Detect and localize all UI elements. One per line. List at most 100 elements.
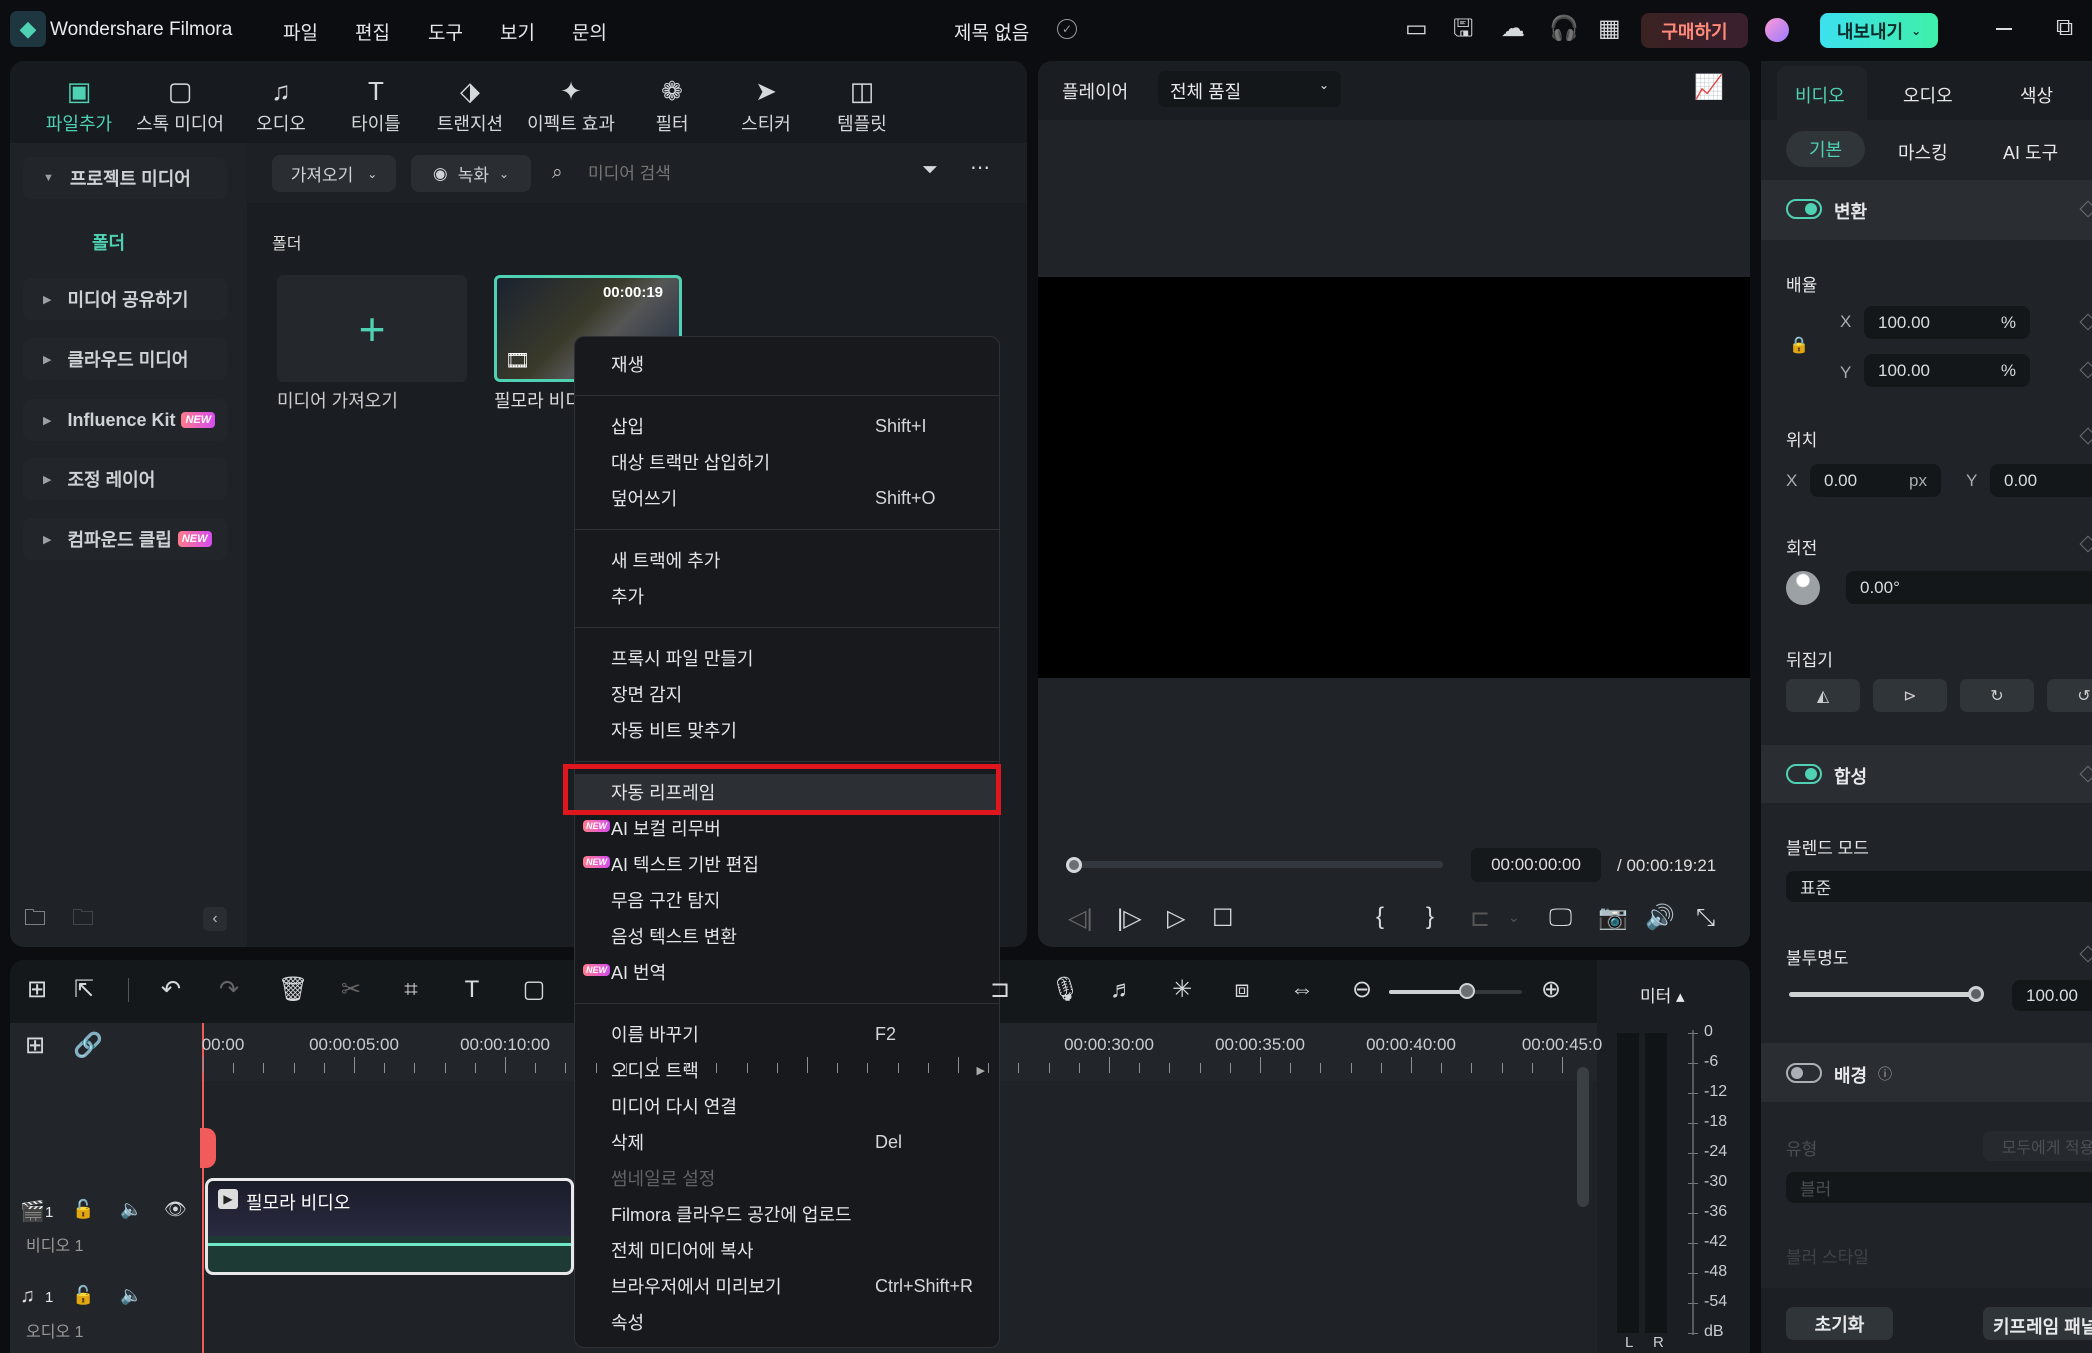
- sidebar-item-5[interactable]: ▶ 조정 레이어: [23, 458, 227, 500]
- menu-3[interactable]: 보기: [500, 18, 535, 45]
- timeline-video-clip[interactable]: ▶ 필모라 비디오: [205, 1178, 574, 1275]
- tab-audio[interactable]: 오디오: [1903, 82, 1953, 108]
- menu-item[interactable]: NEW AI 보컬 리무버: [575, 810, 999, 846]
- background-toggle[interactable]: [1786, 1063, 1822, 1083]
- sidebar-item-4[interactable]: ▶ Influence Kit NEW: [23, 399, 227, 441]
- scale-x-input[interactable]: 100.00%: [1864, 306, 2030, 339]
- zoom-in-icon[interactable]: ⊕: [1539, 978, 1563, 1002]
- menu-item[interactable]: 무음 구간 탐지: [575, 882, 999, 918]
- folder-icon[interactable]: 🗀: [72, 907, 94, 929]
- menu-item[interactable]: 오디오 트랙 ▶: [575, 1052, 999, 1088]
- shape-icon[interactable]: ▢: [522, 978, 546, 1002]
- lock-ratio-icon[interactable]: 🔒: [1789, 335, 1809, 355]
- filter-sort-icon[interactable]: ⏷: [922, 160, 938, 180]
- timeline-zoom-slider[interactable]: [1389, 990, 1522, 994]
- more-icon[interactable]: ⋯: [970, 158, 990, 178]
- undo-icon[interactable]: ↶: [159, 978, 183, 1002]
- position-y-input[interactable]: 0.00: [1990, 464, 2092, 497]
- lock-icon[interactable]: 🔓: [72, 1286, 94, 1304]
- menu-item[interactable]: 미디어 다시 연결: [575, 1088, 999, 1124]
- menu-item[interactable]: 덮어쓰기 Shift+O: [575, 480, 999, 516]
- menu-item[interactable]: 프록시 파일 만들기: [575, 640, 999, 676]
- mute-icon[interactable]: 🔈: [120, 1286, 142, 1304]
- sidebar-item-folder[interactable]: 폴더: [92, 229, 125, 255]
- menu-2[interactable]: 도구: [428, 18, 463, 45]
- next-frame-icon[interactable]: |▷: [1117, 907, 1142, 931]
- rotate-left-button[interactable]: ↺: [2047, 679, 2092, 712]
- menu-item[interactable]: 삽입 Shift+I: [575, 408, 999, 444]
- layout-icon[interactable]: ▭: [1405, 17, 1428, 41]
- menu-item[interactable]: 추가: [575, 578, 999, 614]
- tab-video[interactable]: 비디오: [1795, 82, 1845, 108]
- menu-item[interactable]: 자동 리프레임: [575, 774, 999, 810]
- restore-button[interactable]: ⧉: [2056, 16, 2073, 40]
- menu-1[interactable]: 편집: [355, 18, 390, 45]
- buy-button[interactable]: 구매하기: [1641, 13, 1748, 48]
- display-icon[interactable]: 🖵: [1549, 906, 1572, 930]
- menu-item[interactable]: 삭제 Del: [575, 1124, 999, 1160]
- meter-toggle[interactable]: 미터 ▴: [1640, 982, 1685, 1007]
- scale-y-input[interactable]: 100.00%: [1864, 354, 2030, 387]
- import-media-tile[interactable]: +: [277, 275, 467, 382]
- playhead-marker[interactable]: [200, 1128, 216, 1168]
- new-folder-icon[interactable]: 🗀: [24, 907, 46, 929]
- menu-item[interactable]: NEW AI 번역: [575, 954, 999, 990]
- split-icon[interactable]: ✂: [339, 978, 363, 1002]
- flip-vertical-button[interactable]: ⊳: [1873, 679, 1947, 712]
- menu-item[interactable]: 재생: [575, 346, 999, 382]
- position-x-input[interactable]: 0.00 px: [1810, 464, 1941, 497]
- crop-icon[interactable]: ⌗: [399, 978, 423, 1002]
- menu-item[interactable]: 음성 텍스트 변환: [575, 918, 999, 954]
- volume-icon[interactable]: 🔊: [1645, 906, 1675, 930]
- minimize-button[interactable]: [1996, 28, 2012, 30]
- microphone-icon[interactable]: 🎙: [1050, 978, 1080, 1002]
- playback-scrubber[interactable]: [1073, 861, 1443, 868]
- zoom-out-icon[interactable]: ⊖: [1350, 978, 1374, 1002]
- subtab-ai-tools[interactable]: AI 도구: [2003, 139, 2058, 165]
- menu-item[interactable]: 장면 감지: [575, 676, 999, 712]
- mark-out-icon[interactable]: }: [1426, 905, 1434, 929]
- reset-button[interactable]: 초기화: [1786, 1307, 1893, 1340]
- redo-icon[interactable]: ↷: [217, 978, 241, 1002]
- tab-8[interactable]: 템플릿: [792, 110, 932, 136]
- menu-item[interactable]: 속성: [575, 1304, 999, 1340]
- blend-mode-dropdown[interactable]: 표준: [1786, 871, 2092, 902]
- keyframe-panel-button[interactable]: 키프레임 패널: [1983, 1307, 2092, 1340]
- help-icon[interactable]: ⓘ: [1878, 1064, 1892, 1084]
- sidebar-item-2[interactable]: ▶ 미디어 공유하기: [23, 278, 227, 320]
- timeline-vertical-scrollbar[interactable]: [1577, 1067, 1589, 1207]
- menu-item[interactable]: 전체 미디어에 복사: [575, 1232, 999, 1268]
- export-button[interactable]: 내보내기 ⌄: [1820, 13, 1938, 48]
- search-input[interactable]: [588, 160, 888, 188]
- sidebar-item-0[interactable]: ▼ 프로젝트 미디어: [23, 157, 227, 199]
- save-icon[interactable]: 🖫: [1453, 17, 1473, 41]
- import-dropdown[interactable]: 가져오기 ⌄: [272, 155, 396, 192]
- subtab-basic[interactable]: 기본: [1786, 131, 1865, 167]
- eye-icon[interactable]: 👁: [164, 1200, 187, 1218]
- cloud-icon[interactable]: ☁: [1501, 17, 1525, 41]
- menu-item[interactable]: 대상 트랙만 삽입하기: [575, 444, 999, 480]
- tab-color[interactable]: 색상: [2020, 82, 2053, 108]
- link-icon[interactable]: 🔗: [73, 1034, 103, 1058]
- composite-toggle[interactable]: [1786, 764, 1822, 784]
- menu-item[interactable]: 브라우저에서 미리보기 Ctrl+Shift+R: [575, 1268, 999, 1304]
- fullscreen-icon[interactable]: ⤡: [1696, 906, 1715, 930]
- snapshot-camera-icon[interactable]: 📷: [1598, 906, 1628, 930]
- play-icon[interactable]: ▷: [1167, 907, 1185, 931]
- apps-grid-icon[interactable]: ▦: [1598, 17, 1621, 41]
- marker-icon[interactable]: ⊐: [988, 978, 1012, 1002]
- waveform-scope-icon[interactable]: 📈: [1694, 76, 1724, 100]
- avatar[interactable]: [1765, 18, 1789, 42]
- headset-icon[interactable]: 🎧: [1549, 17, 1579, 41]
- rotate-right-button[interactable]: ↻: [1960, 679, 2034, 712]
- flip-horizontal-button[interactable]: ◭: [1786, 679, 1860, 712]
- menu-item[interactable]: 새 트랙에 추가: [575, 542, 999, 578]
- sidebar-item-6[interactable]: ▶ 컴파운드 클립 NEW: [23, 518, 227, 560]
- delete-icon[interactable]: 🗑: [278, 978, 308, 1002]
- menu-4[interactable]: 문의: [572, 18, 607, 45]
- fit-icon[interactable]: ⇔: [1290, 978, 1314, 1002]
- previous-frame-icon[interactable]: ◁|: [1068, 907, 1093, 931]
- menu-item[interactable]: 이름 바꾸기 F2: [575, 1016, 999, 1052]
- record-dropdown[interactable]: ◉ 녹화 ⌄: [411, 155, 531, 192]
- multi-select-icon[interactable]: ⊞: [25, 978, 49, 1002]
